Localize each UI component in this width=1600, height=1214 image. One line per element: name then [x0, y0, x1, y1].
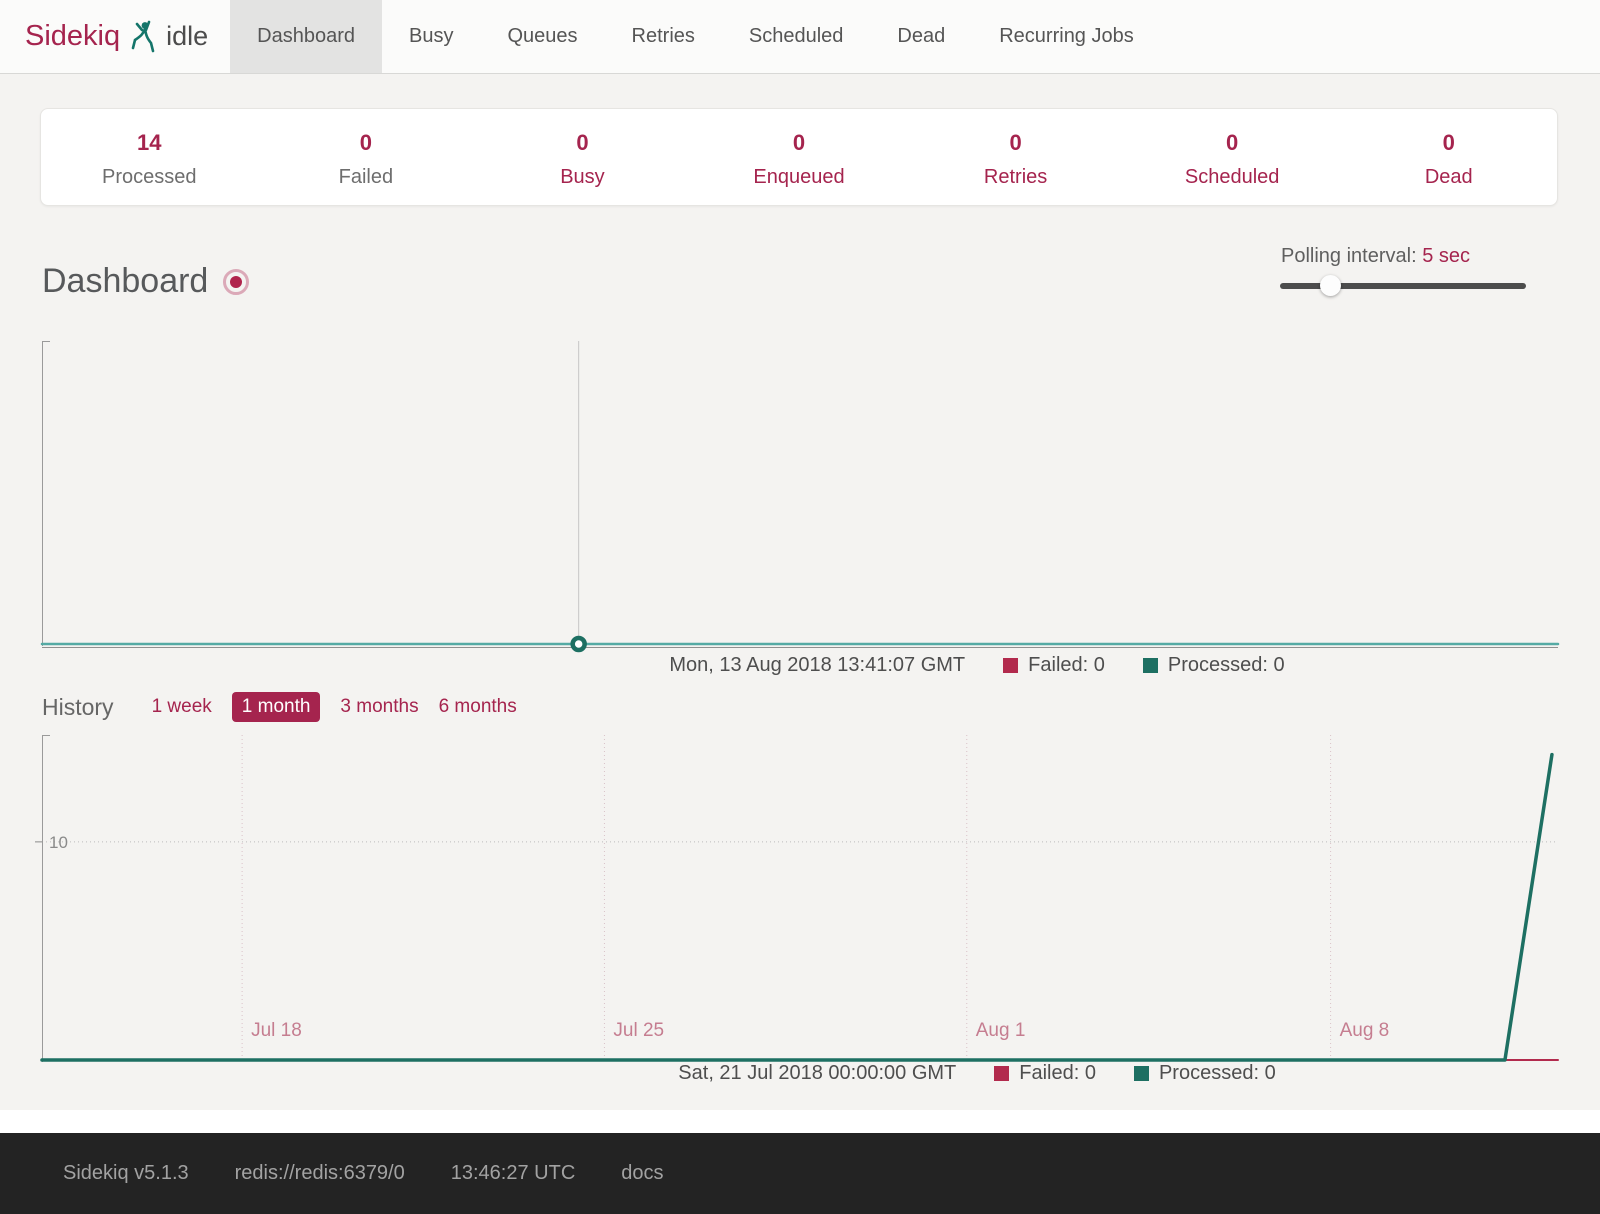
- sidekiq-logo-icon: [130, 21, 157, 53]
- polling-interval-label: Polling interval:: [1281, 245, 1417, 267]
- history-timestamp: Sat, 21 Jul 2018 00:00:00 GMT: [678, 1062, 956, 1085]
- svg-text:Jul 25: Jul 25: [613, 1020, 664, 1041]
- stat-busy-label[interactable]: Busy: [474, 166, 691, 189]
- stat-scheduled[interactable]: 0 Scheduled: [1124, 109, 1341, 205]
- nav-tabs: Dashboard Busy Queues Retries Scheduled …: [230, 0, 1161, 73]
- stat-retries[interactable]: 0 Retries: [907, 109, 1124, 205]
- tab-recurring-jobs[interactable]: Recurring Jobs: [972, 0, 1161, 73]
- stat-busy-count: 0: [474, 130, 691, 156]
- history-header: History 1 week 1 month 3 months 6 months: [42, 692, 517, 722]
- stat-scheduled-count: 0: [1124, 130, 1341, 156]
- realtime-timestamp: Mon, 13 Aug 2018 13:41:07 GMT: [669, 654, 965, 677]
- processed-swatch-icon: [1143, 658, 1158, 673]
- brand-wrap: Sidekiq idle: [0, 0, 208, 73]
- realtime-failed-value: Failed: 0: [1028, 654, 1105, 677]
- page-head: Dashboard: [42, 262, 249, 301]
- realtime-legend-failed: Failed: 0: [1003, 654, 1105, 677]
- footer: Sidekiq v5.1.3 redis://redis:6379/0 13:4…: [0, 1133, 1600, 1214]
- svg-text:Aug 1: Aug 1: [976, 1020, 1026, 1041]
- stat-enqueued[interactable]: 0 Enqueued: [691, 109, 908, 205]
- tab-dashboard[interactable]: Dashboard: [230, 0, 382, 73]
- history-legend: Sat, 21 Jul 2018 00:00:00 GMT Failed: 0 …: [219, 1062, 1600, 1085]
- stat-retries-count: 0: [907, 130, 1124, 156]
- processed-swatch-icon: [1134, 1066, 1149, 1081]
- stat-processed-label: Processed: [41, 166, 258, 189]
- history-legend-processed: Processed: 0: [1134, 1062, 1276, 1085]
- status-label: idle: [166, 21, 208, 52]
- stat-scheduled-label[interactable]: Scheduled: [1124, 166, 1341, 189]
- stat-failed-label: Failed: [258, 166, 475, 189]
- stat-busy[interactable]: 0 Busy: [474, 109, 691, 205]
- footer-docs-link[interactable]: docs: [621, 1162, 663, 1185]
- summary-bar: 14 Processed 0 Failed 0 Busy 0 Enqueued …: [40, 108, 1558, 206]
- live-beacon-icon: [223, 269, 249, 295]
- stat-enqueued-label[interactable]: Enqueued: [691, 166, 908, 189]
- svg-text:Aug 8: Aug 8: [1340, 1020, 1390, 1041]
- polling-interval-value: 5 sec: [1422, 245, 1470, 267]
- history-processed-value: Processed: 0: [1159, 1062, 1276, 1085]
- stat-processed-count: 14: [41, 130, 258, 156]
- stat-enqueued-count: 0: [691, 130, 908, 156]
- navbar: Sidekiq idle Dashboard Busy Queues Retri…: [0, 0, 1600, 74]
- tab-retries[interactable]: Retries: [605, 0, 722, 73]
- slider-thumb[interactable]: [1320, 275, 1341, 296]
- polling-interval-slider[interactable]: [1280, 283, 1526, 289]
- range-3-months[interactable]: 3 months: [340, 696, 418, 718]
- history-chart: Jul 18 Jul 25 Aug 1 Aug 8 10: [34, 733, 1566, 1071]
- failed-swatch-icon: [994, 1066, 1009, 1081]
- stat-dead-count: 0: [1340, 130, 1557, 156]
- range-1-month[interactable]: 1 month: [232, 692, 321, 722]
- range-6-months[interactable]: 6 months: [439, 696, 517, 718]
- realtime-chart: [34, 337, 1566, 655]
- footer-version: Sidekiq v5.1.3: [63, 1162, 189, 1185]
- pre-footer-strip: [0, 1110, 1600, 1133]
- history-failed-value: Failed: 0: [1019, 1062, 1096, 1085]
- range-1-week[interactable]: 1 week: [152, 696, 212, 718]
- tab-scheduled[interactable]: Scheduled: [722, 0, 871, 73]
- svg-text:Jul 18: Jul 18: [251, 1020, 302, 1041]
- stat-dead-label[interactable]: Dead: [1340, 166, 1557, 189]
- page-title: Dashboard: [42, 262, 208, 301]
- polling-interval: Polling interval: 5 sec: [1281, 245, 1470, 268]
- tab-dead[interactable]: Dead: [870, 0, 972, 73]
- stat-failed: 0 Failed: [258, 109, 475, 205]
- history-title: History: [42, 694, 114, 721]
- stat-processed: 14 Processed: [41, 109, 258, 205]
- realtime-legend-processed: Processed: 0: [1143, 654, 1285, 677]
- failed-swatch-icon: [1003, 658, 1018, 673]
- sidekiq-brand-link[interactable]: Sidekiq: [25, 20, 120, 53]
- footer-redis-url: redis://redis:6379/0: [235, 1162, 405, 1185]
- stat-failed-count: 0: [258, 130, 475, 156]
- stat-retries-label[interactable]: Retries: [907, 166, 1124, 189]
- svg-text:10: 10: [49, 833, 68, 852]
- stat-dead[interactable]: 0 Dead: [1340, 109, 1557, 205]
- realtime-processed-value: Processed: 0: [1168, 654, 1285, 677]
- footer-server-time: 13:46:27 UTC: [451, 1162, 576, 1185]
- history-legend-failed: Failed: 0: [994, 1062, 1096, 1085]
- tab-busy[interactable]: Busy: [382, 0, 480, 73]
- tab-queues[interactable]: Queues: [480, 0, 604, 73]
- realtime-legend: Mon, 13 Aug 2018 13:41:07 GMT Failed: 0 …: [219, 654, 1600, 677]
